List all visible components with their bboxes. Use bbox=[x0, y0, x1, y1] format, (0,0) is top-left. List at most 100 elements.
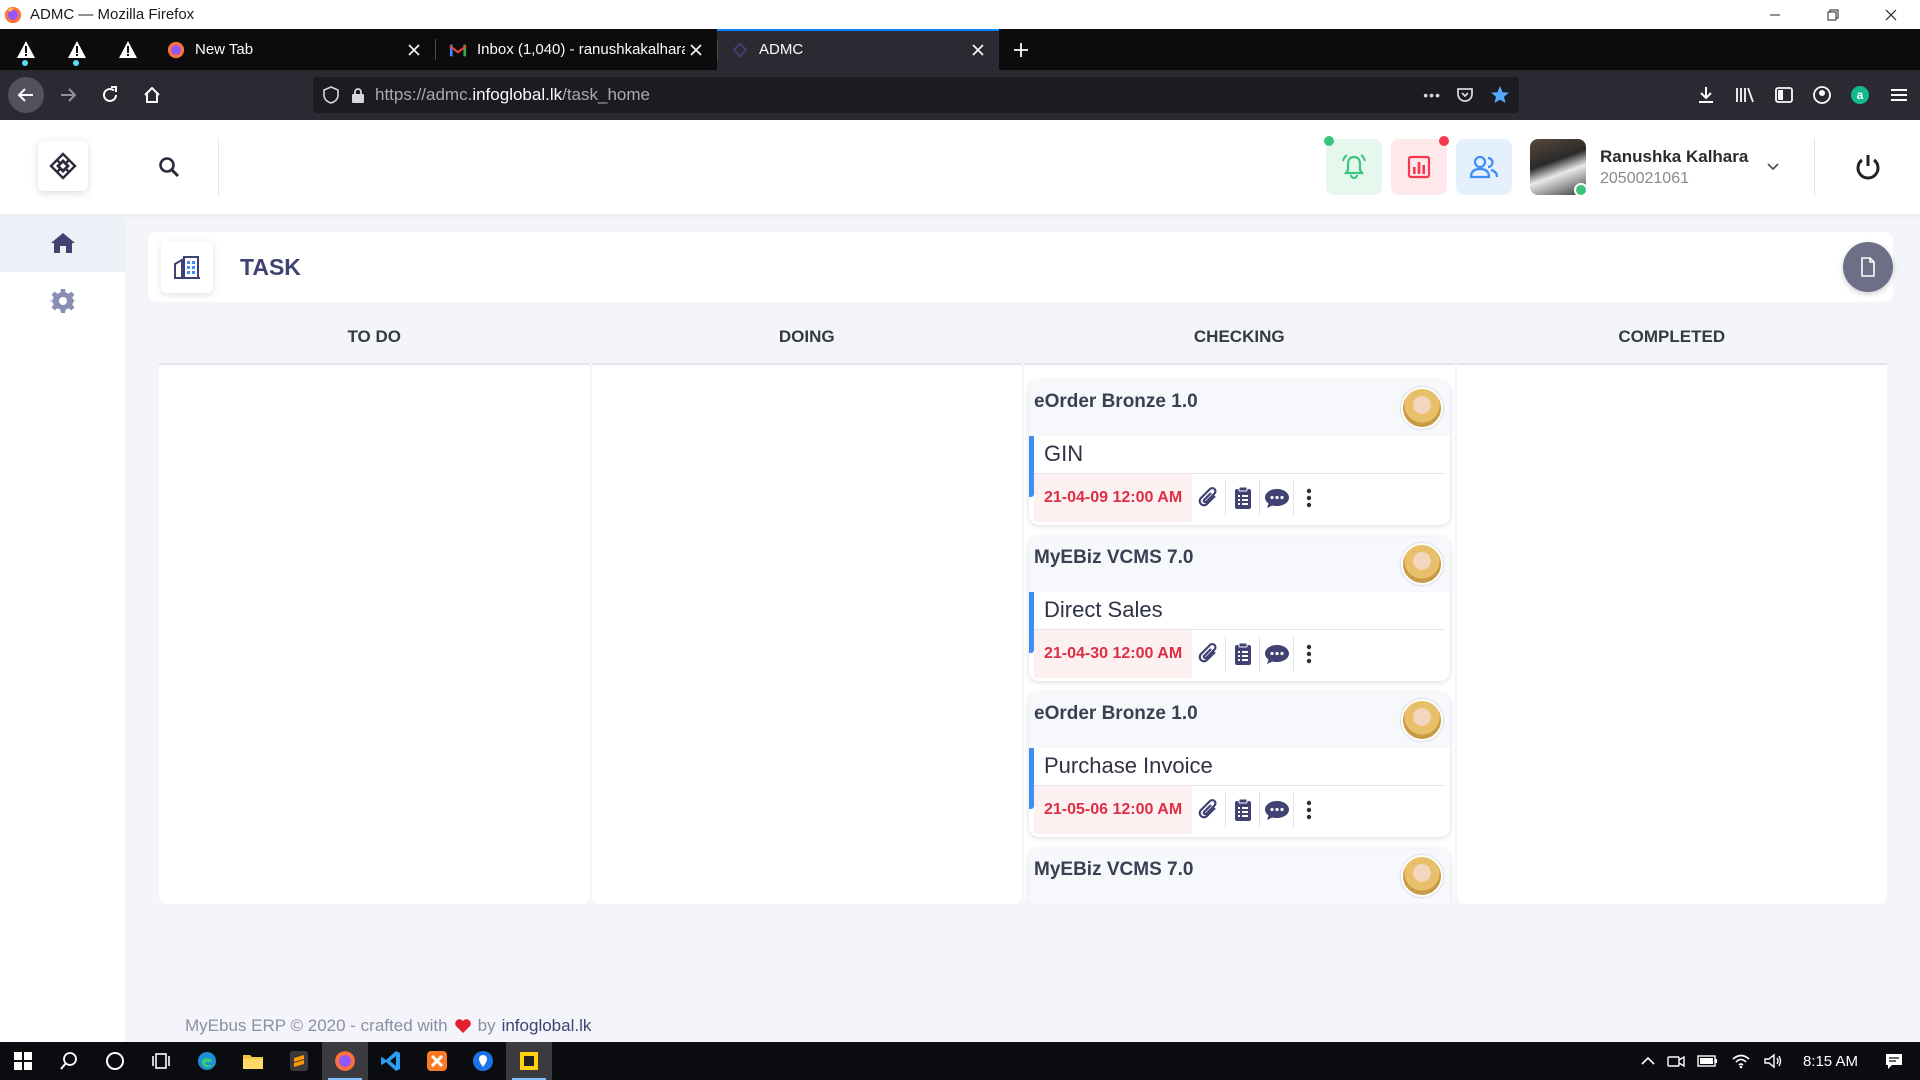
wifi-icon[interactable] bbox=[1731, 1053, 1751, 1069]
admc-icon bbox=[732, 41, 748, 58]
task-card[interactable]: eOrder Bronze 1.0 Purchase Invoice 21-05… bbox=[1029, 693, 1450, 837]
more-options-button[interactable] bbox=[1294, 792, 1324, 828]
column-body bbox=[1457, 367, 1888, 904]
clipboard-list-icon bbox=[1234, 798, 1251, 821]
attachment-button[interactable] bbox=[1192, 792, 1227, 828]
comments-button[interactable] bbox=[1260, 792, 1295, 828]
sidebar-toggle-icon[interactable] bbox=[1774, 85, 1794, 105]
volume-icon[interactable] bbox=[1763, 1053, 1783, 1069]
bookmark-star-icon[interactable] bbox=[1489, 84, 1511, 106]
tab-inbox[interactable]: Inbox (1,040) - ranushkakalhara bbox=[435, 29, 717, 70]
notification-center-icon[interactable] bbox=[1884, 1052, 1904, 1070]
tab-label: ADMC bbox=[759, 41, 804, 58]
cortana-button[interactable] bbox=[92, 1042, 138, 1080]
taskbar-vscode[interactable] bbox=[368, 1042, 414, 1080]
users-button[interactable] bbox=[1456, 139, 1512, 195]
vscode-icon bbox=[381, 1051, 400, 1071]
taskbar-firefox[interactable] bbox=[322, 1042, 368, 1080]
start-button[interactable] bbox=[0, 1042, 46, 1080]
taskbar-sublime[interactable] bbox=[276, 1042, 322, 1080]
comment-icon bbox=[1264, 801, 1289, 820]
url-text[interactable]: https://admc.infoglobal.lk/task_home bbox=[375, 85, 650, 105]
document-button[interactable] bbox=[1843, 242, 1893, 292]
logout-button[interactable] bbox=[1852, 151, 1884, 183]
pinned-tab-3[interactable] bbox=[102, 29, 153, 70]
os-taskbar: 8:15 AM bbox=[0, 1042, 1920, 1080]
chevron-down-icon[interactable] bbox=[1766, 162, 1780, 172]
pinned-tab-1[interactable] bbox=[0, 29, 51, 70]
tab-admc[interactable]: ADMC bbox=[717, 29, 999, 70]
pocket-icon[interactable] bbox=[1455, 85, 1475, 105]
card-project: MyEBiz VCMS 7.0 bbox=[1034, 547, 1194, 568]
page-title-bar: TASK bbox=[148, 232, 1893, 302]
clock[interactable]: 8:15 AM bbox=[1803, 1053, 1858, 1070]
hamburger-menu-icon[interactable] bbox=[1888, 85, 1910, 105]
user-menu[interactable]: Ranushka Kalhara 2050021061 bbox=[1530, 139, 1780, 197]
notifications-button[interactable] bbox=[1324, 136, 1382, 195]
account-icon[interactable] bbox=[1812, 85, 1832, 105]
comments-button[interactable] bbox=[1260, 480, 1295, 516]
minimize-button[interactable] bbox=[1746, 0, 1804, 29]
taskbar-xampp[interactable] bbox=[414, 1042, 460, 1080]
address-bar[interactable]: https://admc.infoglobal.lk/task_home ••• bbox=[313, 77, 1519, 113]
tab-close-button[interactable] bbox=[685, 39, 707, 61]
pinned-tab-2[interactable] bbox=[51, 29, 102, 70]
reload-button[interactable] bbox=[92, 77, 128, 113]
more-options-button[interactable] bbox=[1294, 480, 1324, 516]
restore-button[interactable] bbox=[1804, 0, 1862, 29]
tab-new-tab[interactable]: New Tab bbox=[153, 29, 435, 70]
checklist-button[interactable] bbox=[1226, 480, 1261, 516]
search-button[interactable] bbox=[155, 153, 183, 181]
extension-icon[interactable]: a bbox=[1850, 85, 1870, 105]
taskbar-maps[interactable] bbox=[460, 1042, 506, 1080]
sidebar bbox=[0, 214, 125, 1042]
taskbar-edge[interactable] bbox=[184, 1042, 230, 1080]
task-view-button[interactable] bbox=[138, 1042, 184, 1080]
back-button[interactable] bbox=[8, 77, 44, 113]
restore-icon bbox=[1827, 9, 1839, 20]
comment-icon bbox=[1264, 489, 1289, 508]
app-footer: MyEbus ERP © 2020 - crafted with by info… bbox=[125, 1012, 1920, 1042]
sidebar-item-settings[interactable] bbox=[0, 272, 125, 330]
reports-button[interactable] bbox=[1391, 136, 1449, 195]
attachment-button[interactable] bbox=[1192, 480, 1227, 516]
page-actions-button[interactable]: ••• bbox=[1423, 87, 1441, 103]
taskbar-sticky-notes[interactable] bbox=[506, 1042, 552, 1080]
windows-icon bbox=[14, 1052, 32, 1070]
task-card[interactable]: MyEBiz VCMS 7.0 Direct Sales 21-04-30 12… bbox=[1029, 537, 1450, 681]
task-card[interactable]: MyEBiz VCMS 7.0 bbox=[1029, 849, 1450, 904]
library-icon[interactable] bbox=[1734, 85, 1756, 105]
assignee-avatar[interactable] bbox=[1401, 855, 1443, 897]
attachment-button[interactable] bbox=[1192, 636, 1227, 672]
sidebar-item-home[interactable] bbox=[0, 214, 125, 272]
taskbar-search-button[interactable] bbox=[46, 1042, 92, 1080]
comments-button[interactable] bbox=[1260, 636, 1295, 672]
forward-button[interactable] bbox=[50, 77, 86, 113]
window-titlebar: ADMC — Mozilla Firefox bbox=[0, 0, 1920, 29]
home-button[interactable] bbox=[134, 77, 170, 113]
battery-icon[interactable] bbox=[1697, 1054, 1719, 1068]
checklist-button[interactable] bbox=[1226, 636, 1261, 672]
tab-close-button[interactable] bbox=[967, 39, 989, 61]
assignee-avatar[interactable] bbox=[1401, 543, 1443, 585]
app-logo[interactable] bbox=[38, 141, 88, 191]
more-options-button[interactable] bbox=[1294, 636, 1324, 672]
clipboard-list-icon bbox=[1234, 486, 1251, 509]
new-tab-button[interactable] bbox=[999, 29, 1043, 70]
taskbar-file-explorer[interactable] bbox=[230, 1042, 276, 1080]
footer-brand-link[interactable]: infoglobal.lk bbox=[502, 1016, 592, 1036]
download-icon[interactable] bbox=[1696, 85, 1716, 105]
assignee-avatar[interactable] bbox=[1401, 387, 1443, 429]
chevron-up-icon[interactable] bbox=[1641, 1056, 1655, 1066]
assignee-avatar[interactable] bbox=[1401, 699, 1443, 741]
close-window-button[interactable] bbox=[1862, 0, 1920, 29]
task-card[interactable]: eOrder Bronze 1.0 GIN 21-04-09 12:00 AM bbox=[1029, 381, 1450, 525]
shield-icon[interactable] bbox=[323, 86, 339, 104]
card-project: MyEBiz VCMS 7.0 bbox=[1034, 859, 1194, 880]
meet-now-icon[interactable] bbox=[1667, 1053, 1685, 1069]
card-due-date: 21-05-06 12:00 AM bbox=[1034, 786, 1193, 834]
checklist-button[interactable] bbox=[1226, 792, 1261, 828]
column-header: TO DO bbox=[159, 310, 590, 365]
bell-icon bbox=[1342, 154, 1366, 180]
tab-close-button[interactable] bbox=[403, 39, 425, 61]
